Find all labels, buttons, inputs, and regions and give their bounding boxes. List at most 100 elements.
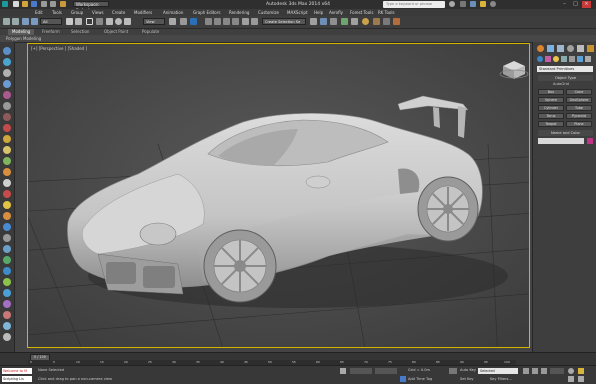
key-mode-dropdown[interactable]: Selected <box>478 368 518 374</box>
teapot-button[interactable]: Teapot <box>538 121 564 127</box>
help-icon[interactable] <box>490 1 496 7</box>
tool-icon-24[interactable] <box>3 300 11 308</box>
sphere-button[interactable]: Sphere <box>538 97 564 103</box>
render-setup-icon[interactable] <box>373 18 380 25</box>
tool-icon-6[interactable] <box>3 102 11 110</box>
perspective-viewport[interactable]: [+] [Perspective ] [Shaded ] <box>27 43 530 348</box>
search-icon[interactable] <box>449 1 455 7</box>
scale-icon[interactable] <box>124 18 131 25</box>
pivot-center-icon[interactable] <box>169 18 176 25</box>
current-frame-field[interactable] <box>550 368 564 374</box>
ribbon-subtitle[interactable]: Polygon Modeling <box>6 36 41 41</box>
display-tab-icon[interactable] <box>577 45 584 52</box>
tool-icon-2[interactable] <box>3 58 11 66</box>
menu-edit[interactable]: Edit <box>35 10 43 15</box>
object-name-field[interactable] <box>538 138 584 144</box>
cone-button[interactable]: Cone <box>566 89 592 95</box>
menu-create[interactable]: Create <box>112 10 125 15</box>
helpers-icon[interactable] <box>569 56 575 62</box>
category-dropdown[interactable]: Standard Primitives <box>537 66 593 72</box>
tool-icon-14[interactable] <box>3 190 11 198</box>
tool-icon-23[interactable] <box>3 289 11 297</box>
close-button[interactable]: × <box>582 1 591 8</box>
select-link-icon[interactable] <box>22 18 29 25</box>
window-crossing-icon[interactable] <box>96 18 103 25</box>
menu-modifiers[interactable]: Modifiers <box>134 10 152 15</box>
auto-key-button[interactable]: Auto Key <box>460 368 476 372</box>
tool-icon-8[interactable] <box>3 124 11 132</box>
maximize-viewport-icon[interactable] <box>578 376 584 382</box>
minimize-button[interactable]: – <box>560 1 569 8</box>
orbit-icon[interactable] <box>568 376 574 382</box>
graphite-toggle-icon[interactable] <box>330 18 337 25</box>
key-icon[interactable] <box>449 368 457 374</box>
material-editor-icon[interactable] <box>362 18 369 25</box>
motion-tab-icon[interactable] <box>567 45 574 52</box>
maxscript-listener[interactable]: Welcome to M <box>2 368 32 374</box>
add-time-tag[interactable]: Add Time Tag <box>408 377 432 381</box>
lights-icon[interactable] <box>553 56 559 62</box>
cylinder-button[interactable]: Cylinder <box>538 105 564 111</box>
systems-icon[interactable] <box>585 56 591 62</box>
tool-icon-9[interactable] <box>3 135 11 143</box>
object-color-swatch[interactable] <box>587 138 593 144</box>
menu-rk-tools[interactable]: RK Tools <box>378 10 395 15</box>
tube-button[interactable]: Tube <box>566 105 592 111</box>
tool-icon-4[interactable] <box>3 80 11 88</box>
named-selection-dropdown[interactable]: Create Selection Se <box>262 18 306 25</box>
rendered-frame-icon[interactable] <box>383 18 390 25</box>
coordinate-x-field[interactable] <box>350 368 372 374</box>
snaps-toggle-icon[interactable] <box>205 18 212 25</box>
geosphere-button[interactable]: GeoSphere <box>566 97 592 103</box>
viewport-label[interactable]: [+] [Perspective ] [Shaded ] <box>31 46 87 51</box>
play-icon[interactable] <box>532 368 538 374</box>
tool-icon-25[interactable] <box>3 311 11 319</box>
go-to-end-icon[interactable] <box>541 368 547 374</box>
utilities-tab-icon[interactable] <box>587 45 594 52</box>
create-tab-icon[interactable] <box>537 45 544 52</box>
hierarchy-tab-icon[interactable] <box>557 45 564 52</box>
tool-icon-17[interactable] <box>3 223 11 231</box>
time-slider[interactable]: 0 / 100 0 5 10 15 20 25 30 35 40 45 50 5… <box>0 352 596 366</box>
tool-icon-15[interactable] <box>3 201 11 209</box>
menu-aerofly[interactable]: Aerofly <box>329 10 343 15</box>
select-object-icon[interactable] <box>66 18 73 25</box>
cameras-icon[interactable] <box>561 56 567 62</box>
menu-maxscript[interactable]: MAXScript <box>287 10 308 15</box>
undo-icon[interactable] <box>3 18 10 25</box>
lock-selection-icon[interactable] <box>340 368 346 374</box>
tool-icon-27[interactable] <box>3 333 11 341</box>
subscription-icon[interactable] <box>460 1 466 7</box>
move-icon[interactable] <box>106 18 113 25</box>
maximize-button[interactable]: □ <box>571 1 580 8</box>
menu-group[interactable]: Group <box>71 10 83 15</box>
tool-icon-7[interactable] <box>3 113 11 121</box>
tool-icon-11[interactable] <box>3 157 11 165</box>
menu-rendering[interactable]: Rendering <box>229 10 249 15</box>
rectangular-selection-icon[interactable] <box>86 18 93 25</box>
select-by-name-icon[interactable] <box>75 18 82 25</box>
go-to-start-icon[interactable] <box>523 368 529 374</box>
select-manipulate-icon[interactable] <box>180 18 187 25</box>
favorites-icon[interactable] <box>480 1 486 7</box>
coordinate-y-field[interactable] <box>375 368 397 374</box>
align-icon[interactable] <box>310 18 317 25</box>
layer-manager-icon[interactable] <box>320 18 327 25</box>
menu-customize[interactable]: Customize <box>258 10 279 15</box>
tool-icon-22[interactable] <box>3 278 11 286</box>
spinner-snap-icon[interactable] <box>232 18 239 25</box>
autogrid-checkbox[interactable]: AutoGrid <box>553 82 569 86</box>
torus-button[interactable]: Torus <box>538 113 564 119</box>
selection-filter-dropdown[interactable]: All <box>40 18 62 25</box>
modify-tab-icon[interactable] <box>547 45 554 52</box>
tool-icon-21[interactable] <box>3 267 11 275</box>
key-filters-button[interactable]: Key Filters... <box>490 377 512 381</box>
tool-icon-13[interactable] <box>3 179 11 187</box>
tool-icon-19[interactable] <box>3 245 11 253</box>
unlink-icon[interactable] <box>31 18 38 25</box>
curve-editor-icon[interactable] <box>341 18 348 25</box>
object-type-rollout[interactable]: Object Type <box>538 75 593 81</box>
time-tag-icon[interactable] <box>400 376 406 382</box>
render-production-icon[interactable] <box>393 18 400 25</box>
tool-icon-26[interactable] <box>3 322 11 330</box>
